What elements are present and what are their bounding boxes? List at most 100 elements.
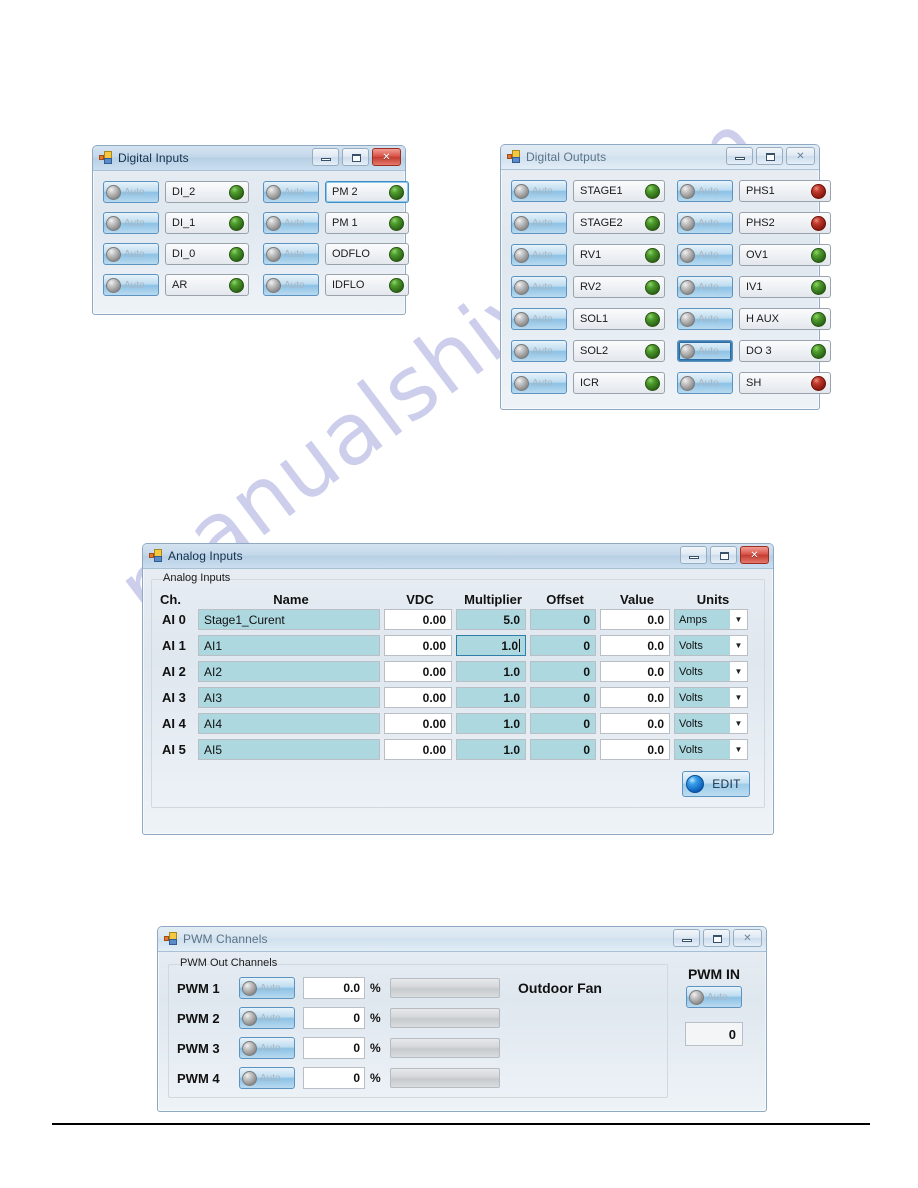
digital-inputs-titlebar[interactable]: Digital Inputs ✕ bbox=[93, 146, 405, 171]
maximize-button[interactable] bbox=[703, 929, 730, 947]
maximize-button[interactable] bbox=[342, 148, 369, 166]
offset-input-1[interactable]: 0 bbox=[530, 635, 596, 656]
io-point-stage1[interactable]: STAGE1 bbox=[573, 180, 665, 202]
auto-button-di-2[interactable]: Auto bbox=[103, 181, 159, 203]
offset-input-0[interactable]: 0 bbox=[530, 609, 596, 630]
multiplier-input-5[interactable]: 1.0 bbox=[456, 739, 526, 760]
close-button[interactable]: ✕ bbox=[372, 148, 401, 166]
offset-input-4[interactable]: 0 bbox=[530, 713, 596, 734]
io-point-pm-1[interactable]: PM 1 bbox=[325, 212, 409, 234]
pwm-in-auto-button[interactable]: Auto bbox=[686, 986, 742, 1008]
pwm-duty-input-0[interactable]: 0.0 bbox=[303, 977, 365, 999]
io-point-icr[interactable]: ICR bbox=[573, 372, 665, 394]
close-button[interactable]: ✕ bbox=[733, 929, 762, 947]
chevron-down-icon[interactable]: ▼ bbox=[730, 615, 747, 624]
io-point-stage2[interactable]: STAGE2 bbox=[573, 212, 665, 234]
maximize-button[interactable] bbox=[710, 546, 737, 564]
chevron-down-icon[interactable]: ▼ bbox=[730, 667, 747, 676]
multiplier-input-2[interactable]: 1.0 bbox=[456, 661, 526, 682]
io-point-idflo[interactable]: IDFLO bbox=[325, 274, 409, 296]
io-point-rv2[interactable]: RV2 bbox=[573, 276, 665, 298]
auto-button-ov1[interactable]: Auto bbox=[677, 244, 733, 266]
io-point-sol2[interactable]: SOL2 bbox=[573, 340, 665, 362]
auto-button-ar[interactable]: Auto bbox=[103, 274, 159, 296]
offset-input-3[interactable]: 0 bbox=[530, 687, 596, 708]
units-select-1[interactable]: Volts ▼ bbox=[674, 635, 748, 656]
chevron-down-icon[interactable]: ▼ bbox=[730, 693, 747, 702]
io-point-sh[interactable]: SH bbox=[739, 372, 831, 394]
auto-button-rv2[interactable]: Auto bbox=[511, 276, 567, 298]
minimize-button[interactable] bbox=[680, 546, 707, 564]
auto-button-pm-1[interactable]: Auto bbox=[263, 212, 319, 234]
offset-input-5[interactable]: 0 bbox=[530, 739, 596, 760]
name-input-5[interactable]: AI5 bbox=[198, 739, 380, 760]
io-point-phs1[interactable]: PHS1 bbox=[739, 180, 831, 202]
minimize-button[interactable] bbox=[726, 147, 753, 165]
close-button[interactable]: ✕ bbox=[786, 147, 815, 165]
io-point-di-0[interactable]: DI_0 bbox=[165, 243, 249, 265]
analog-inputs-caption-buttons[interactable]: ✕ bbox=[680, 546, 769, 564]
name-input-1[interactable]: AI1 bbox=[198, 635, 380, 656]
offset-input-2[interactable]: 0 bbox=[530, 661, 596, 682]
digital-outputs-titlebar[interactable]: Digital Outputs ✕ bbox=[501, 145, 819, 170]
chevron-down-icon[interactable]: ▼ bbox=[730, 641, 747, 650]
io-point-di-1[interactable]: DI_1 bbox=[165, 212, 249, 234]
units-select-0[interactable]: Amps ▼ bbox=[674, 609, 748, 630]
multiplier-input-1[interactable]: 1.0 bbox=[456, 635, 526, 656]
units-select-5[interactable]: Volts ▼ bbox=[674, 739, 748, 760]
io-point-h-aux[interactable]: H AUX bbox=[739, 308, 831, 330]
io-point-phs2[interactable]: PHS2 bbox=[739, 212, 831, 234]
io-point-do-3[interactable]: DO 3 bbox=[739, 340, 831, 362]
auto-button-sol2[interactable]: Auto bbox=[511, 340, 567, 362]
digital-inputs-caption-buttons[interactable]: ✕ bbox=[312, 148, 401, 166]
io-point-rv1[interactable]: RV1 bbox=[573, 244, 665, 266]
auto-button-h-aux[interactable]: Auto bbox=[677, 308, 733, 330]
units-select-2[interactable]: Volts ▼ bbox=[674, 661, 748, 682]
multiplier-input-0[interactable]: 5.0 bbox=[456, 609, 526, 630]
minimize-button[interactable] bbox=[312, 148, 339, 166]
pwm-channels-caption-buttons[interactable]: ✕ bbox=[673, 929, 762, 947]
name-input-3[interactable]: AI3 bbox=[198, 687, 380, 708]
auto-button-iv1[interactable]: Auto bbox=[677, 276, 733, 298]
pwm-duty-input-2[interactable]: 0 bbox=[303, 1037, 365, 1059]
pwm-auto-button-2[interactable]: Auto bbox=[239, 1037, 295, 1059]
digital-inputs-window[interactable]: Digital Inputs ✕ Auto DI_2 Auto DI_1 Auto DI_… bbox=[92, 145, 409, 315]
pwm-duty-input-3[interactable]: 0 bbox=[303, 1067, 365, 1089]
auto-button-sh[interactable]: Auto bbox=[677, 372, 733, 394]
pwm-channels-titlebar[interactable]: PWM Channels ✕ bbox=[158, 927, 766, 952]
chevron-down-icon[interactable]: ▼ bbox=[730, 719, 747, 728]
io-point-pm-2[interactable]: PM 2 bbox=[325, 181, 409, 203]
auto-button-stage2[interactable]: Auto bbox=[511, 212, 567, 234]
auto-button-di-0[interactable]: Auto bbox=[103, 243, 159, 265]
units-select-4[interactable]: Volts ▼ bbox=[674, 713, 748, 734]
analog-inputs-titlebar[interactable]: Analog Inputs ✕ bbox=[143, 544, 773, 569]
io-point-di-2[interactable]: DI_2 bbox=[165, 181, 249, 203]
pwm-channels-window[interactable]: PWM Channels ✕ PWM Out Channels PWM 1 Aut… bbox=[157, 926, 767, 1112]
chevron-down-icon[interactable]: ▼ bbox=[730, 745, 747, 754]
io-point-ar[interactable]: AR bbox=[165, 274, 249, 296]
io-point-ov1[interactable]: OV1 bbox=[739, 244, 831, 266]
units-select-3[interactable]: Volts ▼ bbox=[674, 687, 748, 708]
minimize-button[interactable] bbox=[673, 929, 700, 947]
multiplier-input-4[interactable]: 1.0 bbox=[456, 713, 526, 734]
name-input-2[interactable]: AI2 bbox=[198, 661, 380, 682]
auto-button-rv1[interactable]: Auto bbox=[511, 244, 567, 266]
auto-button-phs1[interactable]: Auto bbox=[677, 180, 733, 202]
io-point-sol1[interactable]: SOL1 bbox=[573, 308, 665, 330]
maximize-button[interactable] bbox=[756, 147, 783, 165]
auto-button-di-1[interactable]: Auto bbox=[103, 212, 159, 234]
io-point-iv1[interactable]: IV1 bbox=[739, 276, 831, 298]
edit-button[interactable]: EDIT bbox=[682, 771, 750, 797]
pwm-duty-input-1[interactable]: 0 bbox=[303, 1007, 365, 1029]
name-input-4[interactable]: AI4 bbox=[198, 713, 380, 734]
auto-button-do-3[interactable]: Auto bbox=[677, 340, 733, 362]
auto-button-stage1[interactable]: Auto bbox=[511, 180, 567, 202]
pwm-auto-button-0[interactable]: Auto bbox=[239, 977, 295, 999]
name-input-0[interactable]: Stage1_Curent bbox=[198, 609, 380, 630]
pwm-auto-button-3[interactable]: Auto bbox=[239, 1067, 295, 1089]
auto-button-idflo[interactable]: Auto bbox=[263, 274, 319, 296]
auto-button-phs2[interactable]: Auto bbox=[677, 212, 733, 234]
auto-button-odflo[interactable]: Auto bbox=[263, 243, 319, 265]
pwm-auto-button-1[interactable]: Auto bbox=[239, 1007, 295, 1029]
auto-button-pm-2[interactable]: Auto bbox=[263, 181, 319, 203]
